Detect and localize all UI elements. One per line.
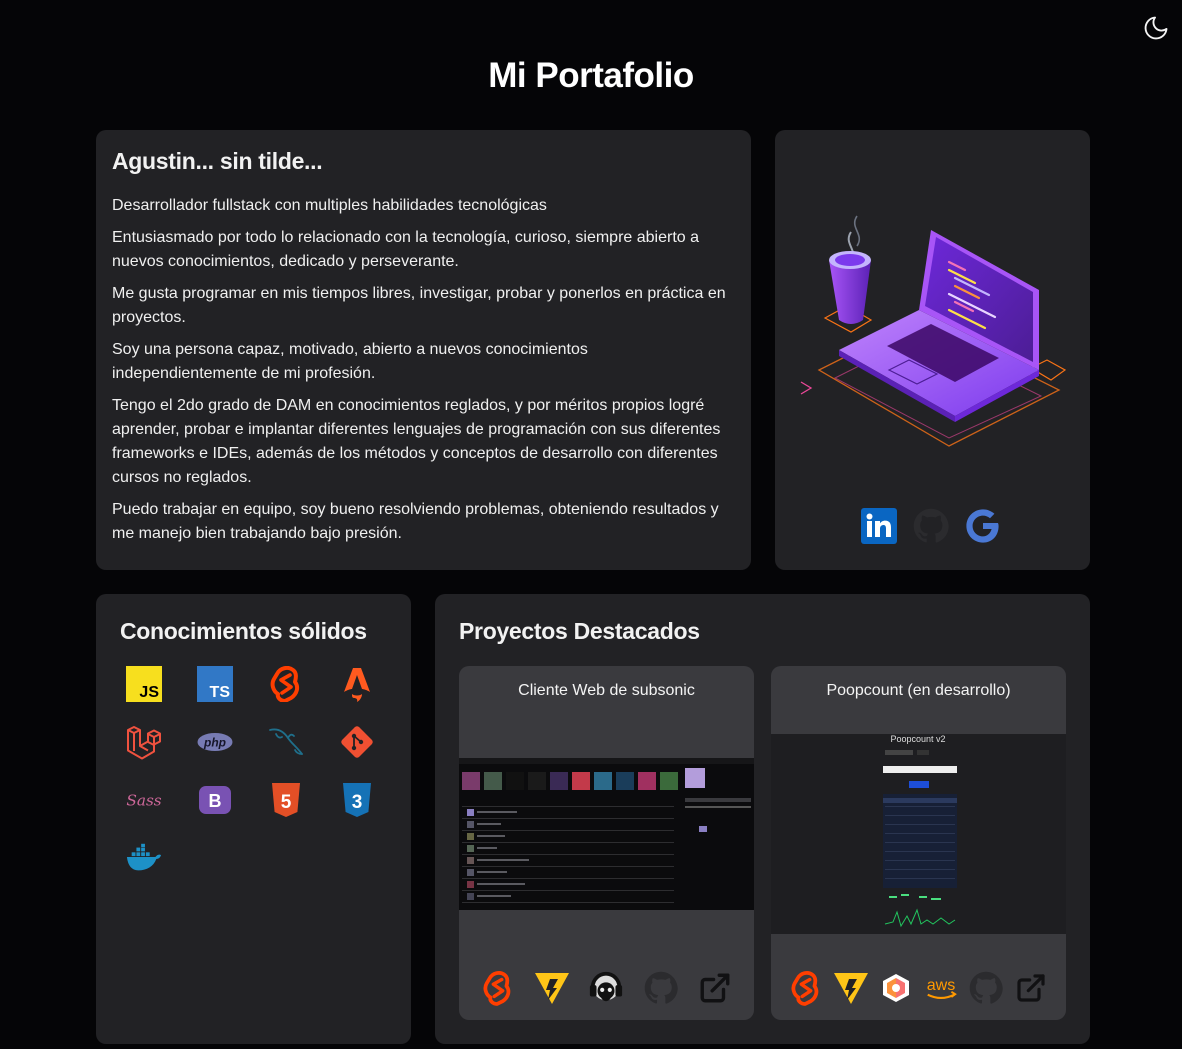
about-paragraph: Soy una persona capaz, motivado, abierto… bbox=[112, 341, 588, 382]
svg-text:Sass: Sass bbox=[126, 791, 161, 809]
html5-icon: 5 bbox=[268, 782, 304, 818]
svg-text:aws: aws bbox=[927, 976, 956, 994]
about-heading: Agustin... sin tilde... bbox=[112, 148, 323, 174]
profile-card bbox=[775, 130, 1090, 570]
laptop-coffee-illustration bbox=[800, 215, 1067, 447]
skills-heading: Conocimientos sólidos bbox=[120, 618, 367, 644]
github-link[interactable] bbox=[643, 970, 679, 1006]
svg-text:5: 5 bbox=[281, 792, 292, 813]
docker-icon bbox=[126, 840, 162, 876]
laravel-icon bbox=[126, 724, 162, 760]
page-title: Mi Portafolio bbox=[488, 56, 694, 95]
github-icon bbox=[644, 971, 678, 1004]
linkedin-icon bbox=[861, 508, 897, 544]
aws-icon: aws bbox=[923, 970, 959, 1006]
external-link-icon bbox=[1017, 974, 1045, 1002]
github-icon bbox=[913, 508, 949, 543]
svelte-icon bbox=[268, 666, 304, 702]
mysql-icon bbox=[268, 724, 304, 760]
projects-heading: Proyectos Destacados bbox=[459, 618, 700, 644]
javascript-icon: JS bbox=[126, 666, 162, 702]
linkedin-link[interactable] bbox=[861, 508, 897, 544]
typescript-icon: TS bbox=[197, 666, 233, 702]
about-paragraph: Puedo trabajar en equipo, soy bueno reso… bbox=[112, 501, 719, 542]
appwrite-icon bbox=[878, 970, 914, 1006]
skills-card: Conocimientos sólidos JS TS php Sass B 5… bbox=[96, 594, 411, 1044]
google-icon bbox=[966, 509, 999, 543]
vite-icon bbox=[833, 970, 869, 1006]
bootstrap-icon: B bbox=[197, 782, 233, 818]
about-paragraph: Entusiasmado por todo lo relacionado con… bbox=[112, 229, 700, 270]
external-link-icon bbox=[700, 973, 730, 1003]
github-link[interactable] bbox=[913, 508, 949, 544]
svg-text:JS: JS bbox=[139, 684, 159, 701]
project-title: Cliente Web de subsonic bbox=[518, 682, 695, 699]
github-icon bbox=[969, 971, 1003, 1004]
project-tech-icons bbox=[459, 970, 754, 1006]
vite-icon bbox=[534, 970, 570, 1006]
google-link[interactable] bbox=[965, 508, 1001, 544]
svg-text:3: 3 bbox=[352, 792, 363, 813]
svelte-icon bbox=[788, 970, 824, 1006]
svelte-icon bbox=[480, 970, 516, 1006]
external-link[interactable] bbox=[697, 970, 733, 1006]
projects-card: Proyectos Destacados Cliente Web de subs… bbox=[435, 594, 1090, 1044]
project-tech-icons: aws bbox=[771, 970, 1066, 1006]
php-icon: php bbox=[197, 724, 233, 760]
about-paragraph: Desarrollador fullstack con multiples ha… bbox=[112, 197, 547, 214]
astro-icon bbox=[339, 666, 375, 702]
about-card: Agustin... sin tilde... Desarrollador fu… bbox=[96, 130, 751, 570]
css3-icon: 3 bbox=[339, 782, 375, 818]
theme-toggle-button[interactable] bbox=[1142, 14, 1170, 42]
sass-icon: Sass bbox=[126, 782, 162, 818]
about-paragraph: Tengo el 2do grado de DAM en conocimient… bbox=[112, 397, 721, 486]
project-card-poopcount[interactable]: Poopcount (en desarrollo) Poopcount v2 a… bbox=[771, 666, 1066, 1020]
svg-text:Poopcount v2: Poopcount v2 bbox=[890, 734, 945, 744]
project-screenshot bbox=[459, 758, 754, 910]
external-link[interactable] bbox=[1013, 970, 1049, 1006]
svg-text:php: php bbox=[203, 736, 226, 750]
github-link[interactable] bbox=[968, 970, 1004, 1006]
svg-text:B: B bbox=[209, 791, 222, 811]
subsonic-icon bbox=[588, 970, 624, 1006]
svg-text:TS: TS bbox=[210, 684, 231, 701]
project-title: Poopcount (en desarrollo) bbox=[826, 682, 1011, 699]
git-icon bbox=[339, 724, 375, 760]
about-paragraph: Me gusta programar en mis tiempos libres… bbox=[112, 285, 726, 326]
moon-icon bbox=[1144, 16, 1168, 40]
skills-grid: JS TS php Sass B 5 3 bbox=[126, 666, 375, 876]
social-links bbox=[861, 508, 1001, 544]
project-card-subsonic[interactable]: Cliente Web de subsonic bbox=[459, 666, 754, 1020]
project-screenshot: Poopcount v2 bbox=[771, 734, 1066, 934]
